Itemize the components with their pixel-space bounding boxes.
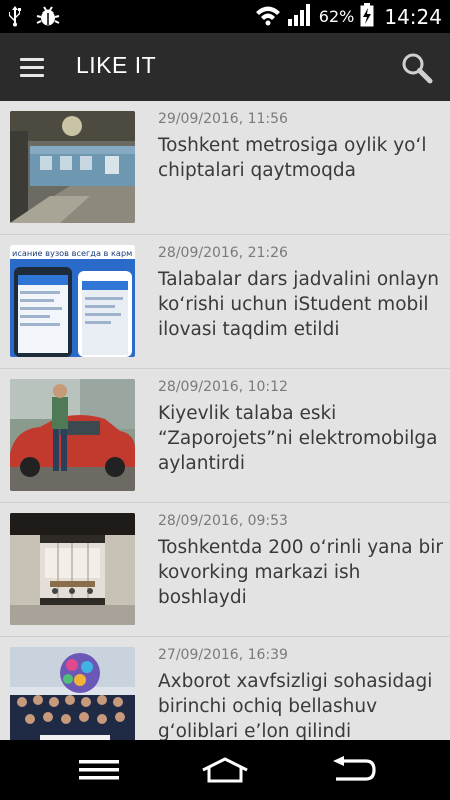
article-item[interactable]: исание вузов всегда в карм 28/09/2016, 2…	[0, 235, 450, 369]
article-headline[interactable]: Kiyevlik talaba eski “Zaporojets”ni elek…	[158, 401, 446, 476]
article-item[interactable]: 29/09/2016, 11:56 Toshkent metrosiga oyl…	[0, 101, 450, 235]
signal-icon	[287, 3, 313, 31]
clock: 14:24	[384, 4, 442, 29]
bug-icon	[36, 5, 60, 31]
article-list[interactable]: 29/09/2016, 11:56 Toshkent metrosiga oyl…	[0, 101, 450, 740]
article-headline[interactable]: Toshkent metrosiga oylik yo‘l chiptalari…	[158, 133, 446, 183]
article-date: 28/09/2016, 10:12	[158, 379, 288, 395]
article-item[interactable]: 28/09/2016, 10:12 Kiyevlik talaba eski “…	[0, 369, 450, 503]
hamburger-menu-icon[interactable]	[18, 53, 52, 81]
article-item[interactable]: 28/09/2016, 09:53 Toshkentda 200 o‘rinli…	[0, 503, 450, 637]
coworking-office-photo	[10, 513, 135, 625]
battery-charging-icon	[360, 2, 374, 31]
article-date: 27/09/2016, 16:39	[158, 647, 288, 663]
article-date: 28/09/2016, 09:53	[158, 513, 288, 529]
istudent-app-screens-photo: исание вузов всегда в карм	[10, 245, 135, 357]
recent-apps-icon[interactable]	[69, 752, 129, 788]
wifi-icon	[255, 4, 281, 30]
article-date: 29/09/2016, 11:56	[158, 111, 288, 127]
app-title: LIKE IT	[76, 52, 157, 78]
app-bar: LIKE IT	[0, 33, 450, 101]
status-bar: 62% 14:24	[0, 0, 450, 33]
thumbnail-caption: исание вузов всегда в карм	[12, 248, 132, 258]
red-car-student-photo	[10, 379, 135, 491]
article-date: 28/09/2016, 21:26	[158, 245, 288, 261]
metro-train-photo	[10, 111, 135, 223]
article-headline[interactable]: Axborot xavfsizligi sohasidagi birinchi …	[158, 669, 446, 740]
navigation-bar	[0, 740, 450, 800]
usb-icon	[8, 5, 22, 31]
home-icon[interactable]	[195, 752, 255, 788]
article-headline[interactable]: Toshkentda 200 o‘rinli yana bir kovorkin…	[158, 535, 446, 610]
back-icon[interactable]	[322, 752, 382, 788]
article-item[interactable]: 27/09/2016, 16:39 Axborot xavfsizligi so…	[0, 637, 450, 740]
search-icon[interactable]	[400, 51, 434, 85]
battery-percentage: 62%	[318, 7, 355, 26]
group-photo-globe	[10, 647, 135, 740]
article-headline[interactable]: Talabalar dars jadvalini onlayn ko‘rishi…	[158, 267, 446, 342]
